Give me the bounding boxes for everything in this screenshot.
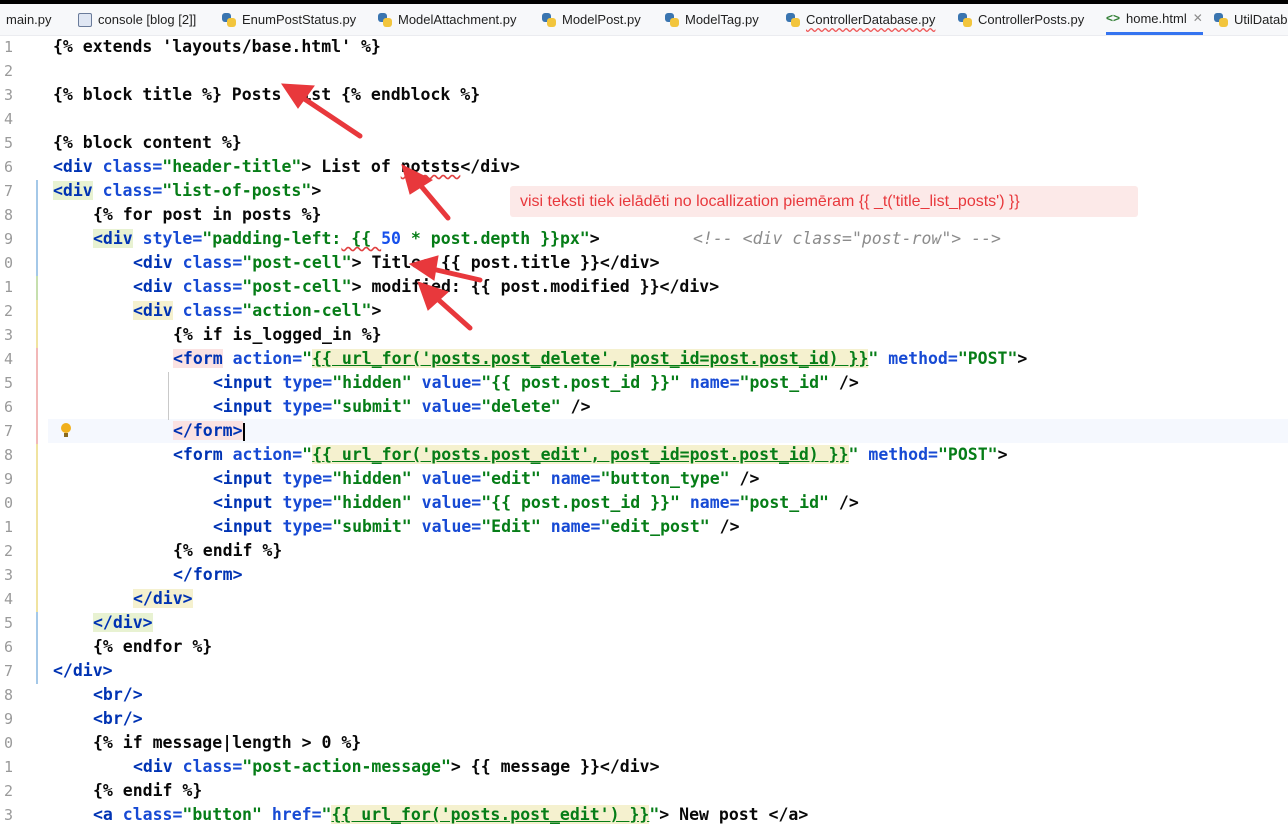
arrow-title [297,93,363,139]
annotation-arrows [281,83,483,331]
